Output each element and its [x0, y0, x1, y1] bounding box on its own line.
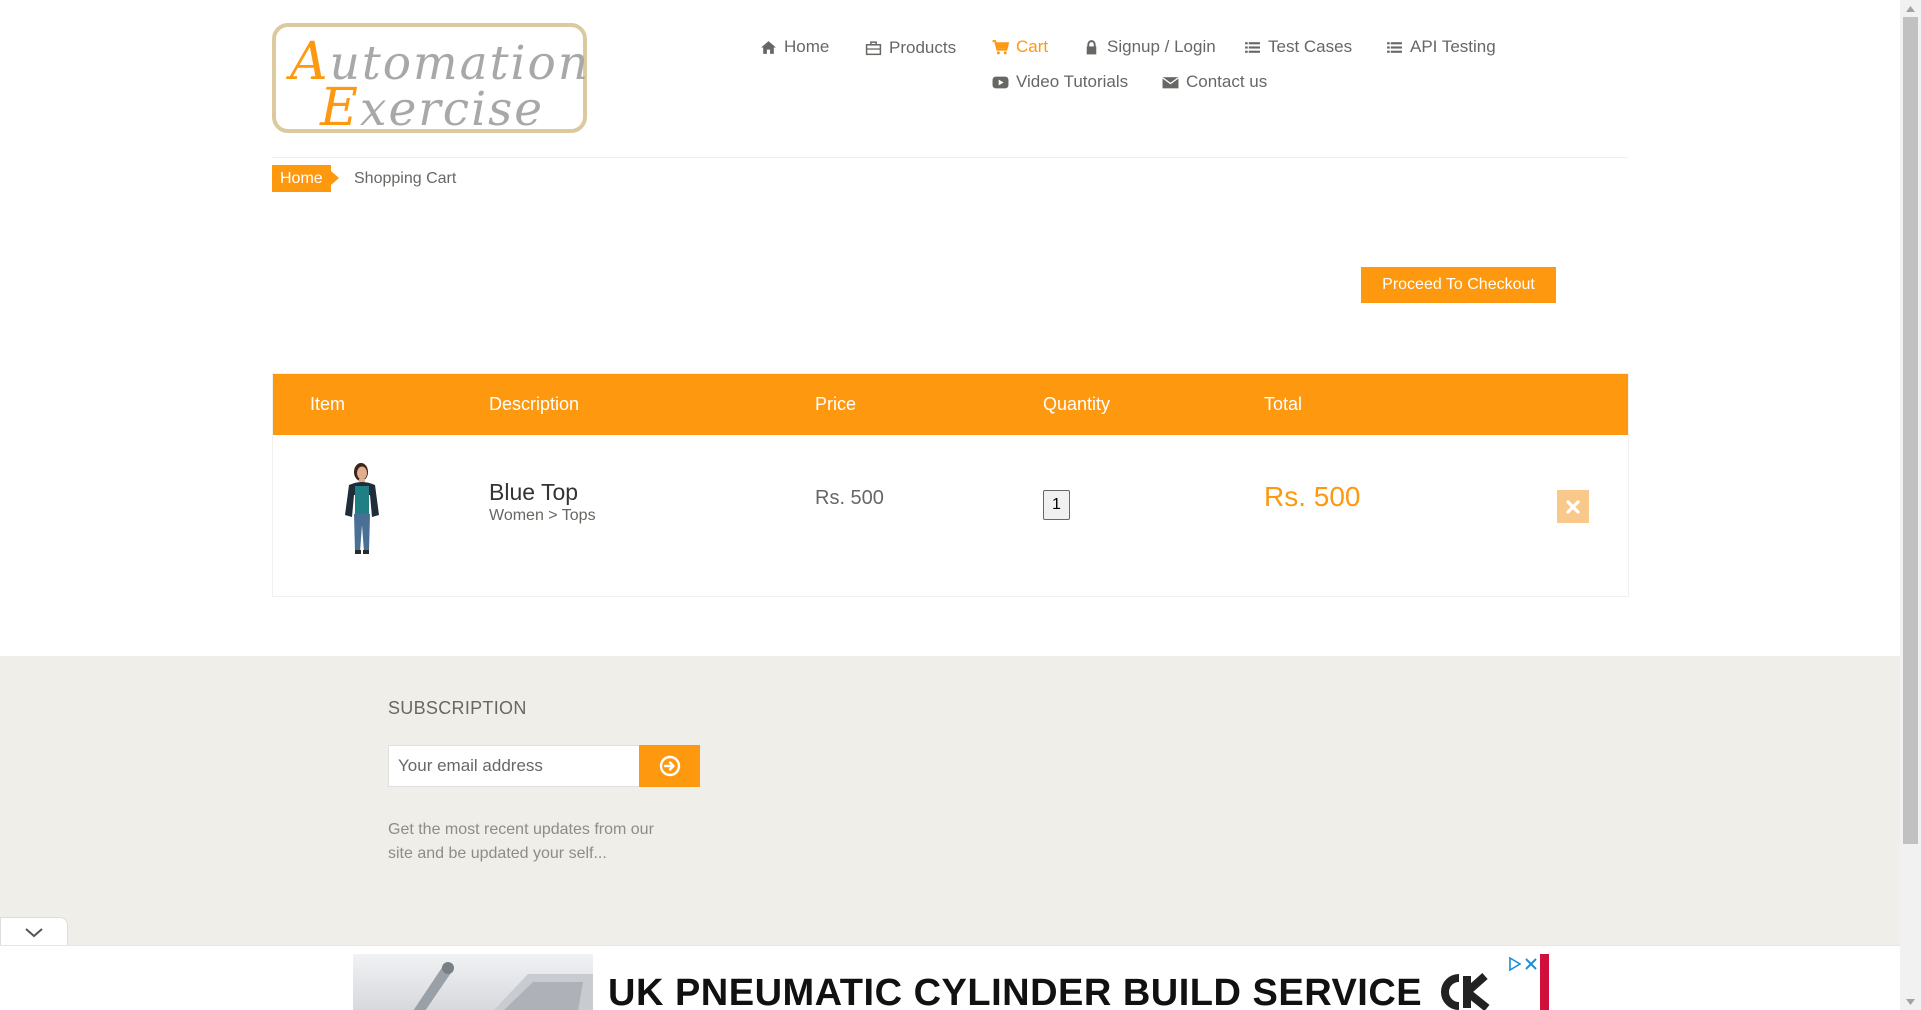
nav-test-cases-label: Test Cases [1268, 37, 1353, 56]
subscription-text: Get the most recent updates from our sit… [388, 821, 654, 862]
nav-signup-login-label: Signup / Login [1107, 37, 1216, 56]
cart-table: Item Description Price Quantity Total Bl… [272, 373, 1629, 597]
cart-table-header: Item Description Price Quantity Total [273, 374, 1628, 435]
list-icon [1245, 41, 1260, 53]
briefcase-icon [865, 40, 882, 55]
product-image[interactable] [338, 459, 386, 555]
chevron-down-icon [25, 927, 43, 937]
ad-brand-logo [1433, 972, 1493, 1010]
nav-cart-label: Cart [1016, 37, 1049, 56]
product-category: Women > Tops [489, 507, 596, 524]
nav-video-tutorials-label: Video Tutorials [1016, 72, 1129, 91]
header-divider [272, 157, 1628, 158]
list-icon [1387, 41, 1402, 53]
subscription-email-input[interactable] [388, 745, 640, 787]
ad-headline: UK PNEUMATIC CYLINDER BUILD SERVICE [608, 972, 1423, 1010]
nav-video-tutorials[interactable]: Video Tutorials [992, 72, 1128, 92]
subscribe-button[interactable] [639, 745, 700, 787]
nav-home-label: Home [784, 37, 830, 56]
product-name-link[interactable]: Blue Top [489, 479, 578, 506]
home-icon [761, 40, 776, 54]
logo-line-exercise: Exercise [320, 78, 545, 138]
envelope-icon [1162, 76, 1179, 88]
cart-icon [992, 39, 1009, 54]
product-price: Rs. 500 [815, 487, 884, 509]
breadcrumb-current: Shopping Cart [354, 170, 457, 187]
nav-products-label: Products [889, 38, 957, 57]
page-scrollbar[interactable] [1900, 0, 1921, 1010]
column-header-total: Total [1264, 394, 1303, 414]
column-header-quantity: Quantity [1043, 394, 1111, 414]
scroll-down-button[interactable] [1900, 993, 1921, 1010]
table-row: Blue Top Women > Tops Rs. 500 1 Rs. 500 [273, 435, 1628, 597]
nav-home[interactable]: Home [760, 37, 829, 57]
breadcrumb-home-link[interactable]: Home [272, 165, 339, 192]
column-header-price: Price [815, 394, 857, 414]
ad-brand-logo-icon [1441, 973, 1490, 1010]
ad-cylinder-image [413, 962, 593, 1010]
column-header-item: Item [310, 394, 346, 414]
scroll-thumb[interactable] [1903, 17, 1918, 844]
youtube-play-icon [992, 76, 1009, 88]
product-total: Rs. 500 [1264, 481, 1361, 512]
nav-contact-us[interactable]: Contact us [1162, 72, 1267, 92]
scroll-down-arrow-icon [1906, 998, 1915, 1005]
nav-products[interactable]: Products [865, 38, 956, 58]
ad-close-icon[interactable] [1523, 956, 1539, 972]
ad-banner-container: UK PNEUMATIC CYLINDER BUILD SERVICE [0, 945, 1900, 1010]
nav-api-testing[interactable]: API Testing [1386, 37, 1496, 57]
ad-collapse-toggle[interactable] [0, 917, 68, 947]
column-header-description: Description [489, 394, 580, 414]
ad-choices-icon[interactable] [1507, 956, 1523, 972]
nav-api-testing-label: API Testing [1410, 37, 1496, 56]
scroll-up-arrow-icon [1906, 5, 1915, 12]
nav-signup-login[interactable]: Signup / Login [1083, 37, 1216, 57]
site-logo[interactable]: Automation Exercise [272, 23, 588, 138]
arrow-circle-right-icon [659, 755, 680, 777]
nav-contact-us-label: Contact us [1186, 72, 1268, 91]
nav-cart[interactable]: Cart [992, 37, 1048, 57]
quantity-button[interactable]: 1 [1043, 490, 1070, 520]
ad-accent-strip [1540, 954, 1549, 1010]
lock-icon [1086, 39, 1097, 54]
subscription-title: SUBSCRIPTION [388, 698, 527, 718]
nav-test-cases[interactable]: Test Cases [1244, 37, 1352, 57]
proceed-to-checkout-button[interactable]: Proceed To Checkout [1361, 267, 1556, 303]
delete-item-button[interactable] [1557, 490, 1589, 523]
ad-banner[interactable]: UK PNEUMATIC CYLINDER BUILD SERVICE [353, 954, 1549, 1010]
ad-product-graphic [353, 954, 593, 1010]
close-icon [1566, 499, 1580, 514]
scroll-up-button[interactable] [1900, 0, 1921, 17]
